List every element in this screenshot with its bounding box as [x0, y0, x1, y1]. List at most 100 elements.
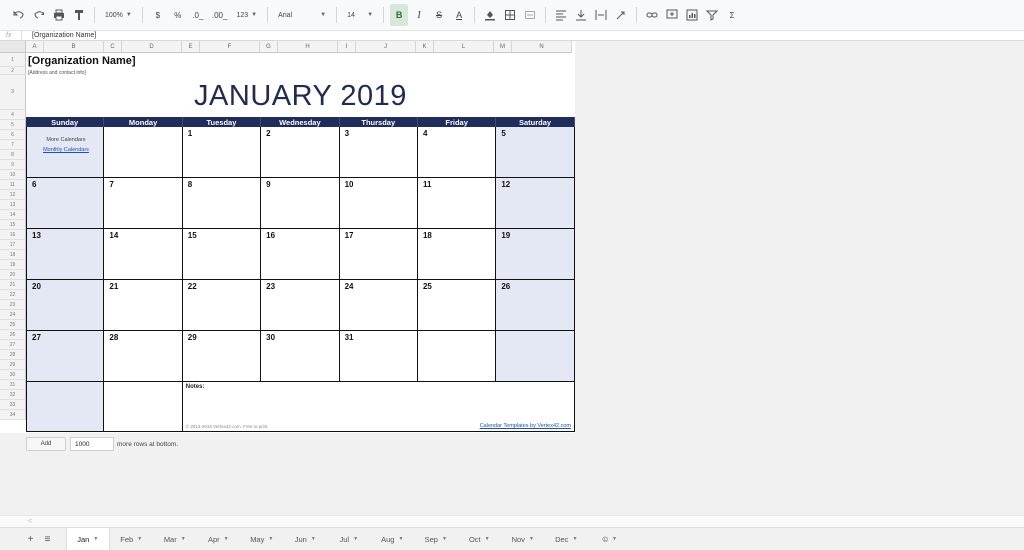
row-header-10[interactable]: 10 — [0, 170, 26, 180]
row-header-21[interactable]: 21 — [0, 280, 26, 290]
zoom-select[interactable]: 100% ▼ — [101, 4, 136, 26]
undo-icon[interactable] — [10, 4, 28, 26]
chevron-down-icon[interactable]: ▼ — [398, 536, 403, 542]
row-header-5[interactable]: 5 — [0, 120, 26, 130]
row-header-7[interactable]: 7 — [0, 140, 26, 150]
row-header-12[interactable]: 12 — [0, 190, 26, 200]
row-header-25[interactable]: 25 — [0, 320, 26, 330]
sheet-tab-may[interactable]: May ▼ — [240, 528, 284, 550]
calendar-day-cell[interactable]: 6 — [26, 178, 105, 229]
column-header-m[interactable]: M — [494, 41, 512, 53]
sheet-tab-oct[interactable]: Oct ▼ — [458, 528, 502, 550]
column-header-j[interactable]: J — [356, 41, 416, 53]
chevron-down-icon[interactable]: ▼ — [224, 536, 229, 542]
sheet-tab-jul[interactable]: Jul ▼ — [327, 528, 371, 550]
row-header-18[interactable]: 18 — [0, 250, 26, 260]
merge-cells-icon[interactable] — [521, 4, 539, 26]
text-wrap-icon[interactable] — [592, 4, 610, 26]
sheet-tab-jun[interactable]: Jun ▼ — [284, 528, 328, 550]
column-header-n[interactable]: N — [512, 41, 572, 53]
rows-count-input[interactable] — [70, 437, 114, 451]
sheet-tab-feb[interactable]: Feb ▼ — [110, 528, 154, 550]
chevron-down-icon[interactable]: ▼ — [572, 536, 577, 542]
calendar-day-cell[interactable]: 28 — [104, 331, 183, 382]
column-header-k[interactable]: K — [416, 41, 434, 53]
calendar-day-cell[interactable]: 11 — [417, 178, 497, 229]
calendar-day-cell[interactable]: 15 — [182, 229, 262, 280]
calendar-day-cell[interactable]: 4 — [417, 127, 497, 178]
calendar-day-cell[interactable]: 21 — [104, 280, 183, 331]
chevron-down-icon[interactable]: ▼ — [353, 536, 358, 542]
sheet-tab-jan[interactable]: Jan ▼ — [66, 528, 110, 550]
row-header-33[interactable]: 33 — [0, 400, 26, 410]
chevron-down-icon[interactable]: ▼ — [442, 536, 447, 542]
column-header-i[interactable]: I — [338, 41, 356, 53]
row-header-15[interactable]: 15 — [0, 220, 26, 230]
calendar-day-cell[interactable]: 13 — [26, 229, 105, 280]
chevron-down-icon[interactable]: ▼ — [485, 536, 490, 542]
scroll-left-icon[interactable]: < — [28, 518, 32, 525]
sheet-tab-mar[interactable]: Mar ▼ — [153, 528, 197, 550]
sheet-tab-nov[interactable]: Nov ▼ — [501, 528, 545, 550]
row-header-26[interactable]: 26 — [0, 330, 26, 340]
column-header-d[interactable]: D — [122, 41, 182, 53]
chevron-down-icon[interactable]: ▼ — [268, 536, 273, 542]
horizontal-scrollbar[interactable]: < — [0, 515, 1024, 527]
calendar-day-cell[interactable]: 8 — [182, 178, 262, 229]
horizontal-align-icon[interactable] — [552, 4, 570, 26]
fill-color-icon[interactable] — [481, 4, 499, 26]
calendar-day-cell[interactable] — [496, 331, 575, 382]
organization-contact[interactable]: [Address and contact info] — [28, 70, 86, 76]
row-header-29[interactable]: 29 — [0, 360, 26, 370]
column-header-b[interactable]: B — [44, 41, 104, 53]
redo-icon[interactable] — [30, 4, 48, 26]
sheet-tab-copyright[interactable]: © ▼ — [588, 528, 632, 550]
organization-name[interactable]: [Organization Name] — [28, 55, 136, 67]
row-header-30[interactable]: 30 — [0, 370, 26, 380]
row-header-20[interactable]: 20 — [0, 270, 26, 280]
row-header-8[interactable]: 8 — [0, 150, 26, 160]
more-formats-select[interactable]: 123 ▼ — [232, 4, 261, 26]
calendar-day-cell[interactable]: 18 — [417, 229, 497, 280]
insert-comment-icon[interactable] — [663, 4, 681, 26]
functions-button[interactable]: Σ — [723, 4, 741, 26]
calendar-day-cell[interactable]: 24 — [339, 280, 418, 331]
chevron-down-icon[interactable]: ▼ — [612, 536, 617, 542]
italic-button[interactable]: I — [410, 4, 428, 26]
column-header-e[interactable]: E — [182, 41, 200, 53]
select-all-corner[interactable] — [0, 41, 26, 53]
insert-chart-icon[interactable] — [683, 4, 701, 26]
strikethrough-button[interactable]: S — [430, 4, 448, 26]
calendar-day-cell[interactable]: 20 — [26, 280, 105, 331]
row-header-19[interactable]: 19 — [0, 260, 26, 270]
row-header-16[interactable]: 16 — [0, 230, 26, 240]
notes-area[interactable]: Notes: © 2013-2019 Vertex42.com. Free to… — [183, 382, 575, 431]
row-header-14[interactable]: 14 — [0, 210, 26, 220]
row-header-24[interactable]: 24 — [0, 310, 26, 320]
formula-input[interactable]: [Organization Name] — [22, 32, 96, 39]
calendar-day-cell[interactable]: 1 — [182, 127, 262, 178]
sheet-tab-aug[interactable]: Aug ▼ — [371, 528, 415, 550]
vertical-align-icon[interactable] — [572, 4, 590, 26]
row-header-28[interactable]: 28 — [0, 350, 26, 360]
calendar-day-cell[interactable]: 26 — [496, 280, 575, 331]
row-header-6[interactable]: 6 — [0, 130, 26, 140]
calendar-day-cell[interactable]: 17 — [339, 229, 418, 280]
calendar-day-cell[interactable]: 27 — [26, 331, 105, 382]
calendar-day-cell[interactable] — [104, 127, 183, 178]
row-header-27[interactable]: 27 — [0, 340, 26, 350]
calendar-day-cell[interactable]: 9 — [261, 178, 340, 229]
row-header-34[interactable]: 34 — [0, 410, 26, 420]
font-size-select[interactable]: 14 ▼ — [343, 4, 377, 26]
all-sheets-button[interactable]: ≡ — [39, 528, 56, 550]
row-header-4[interactable]: 4 — [0, 110, 26, 120]
chevron-down-icon[interactable]: ▼ — [529, 536, 534, 542]
calendar-day-cell[interactable]: 25 — [417, 280, 497, 331]
text-rotation-icon[interactable] — [612, 4, 630, 26]
calendar-day-cell[interactable]: 31 — [339, 331, 418, 382]
column-header-l[interactable]: L — [434, 41, 494, 53]
calendar-day-cell[interactable]: 3 — [339, 127, 418, 178]
filter-icon[interactable] — [703, 4, 721, 26]
calendar-day-cell[interactable]: 12 — [496, 178, 575, 229]
notes-sunday-cell[interactable] — [26, 382, 105, 431]
